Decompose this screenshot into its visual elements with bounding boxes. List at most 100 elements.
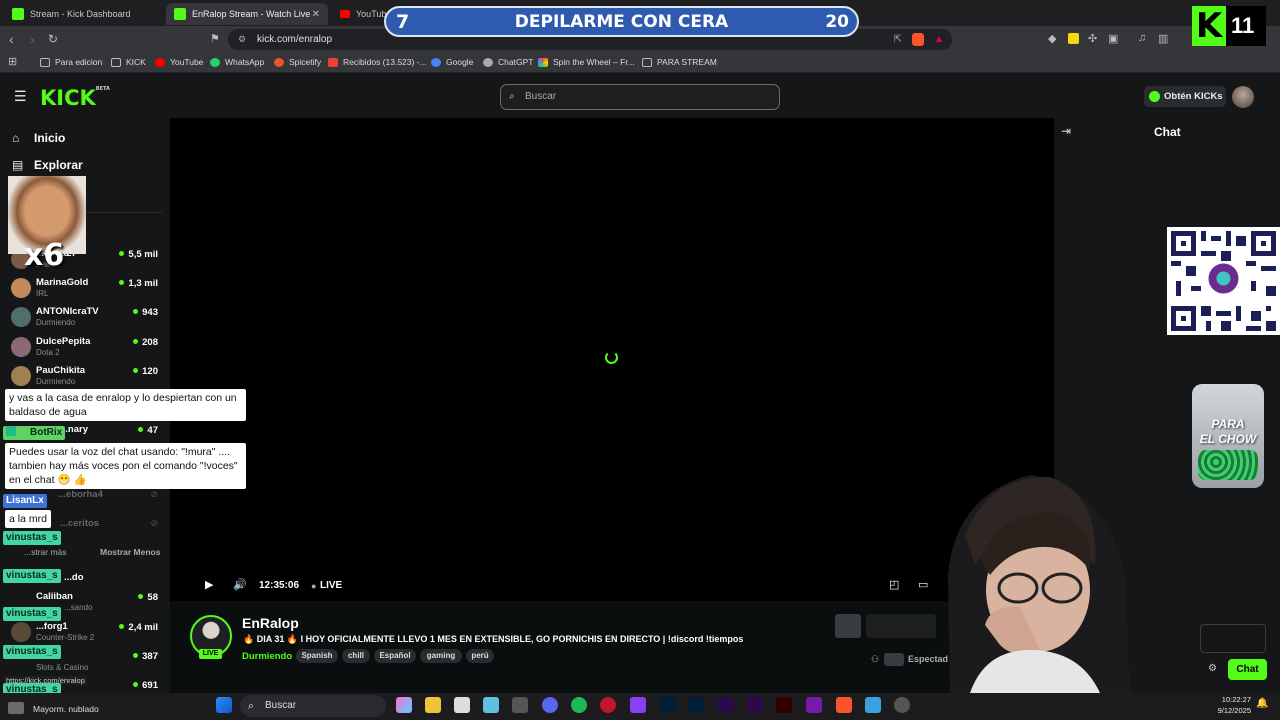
nav-explore[interactable]: Explorar bbox=[34, 158, 83, 172]
url-text: kick.com/enralop bbox=[257, 34, 333, 45]
stream-category[interactable]: Durmiendo bbox=[242, 651, 292, 662]
search-input[interactable]: ⌕ Buscar bbox=[500, 84, 780, 110]
bookmark-spicetify[interactable]: Spicetify bbox=[274, 57, 321, 67]
obs-icon[interactable] bbox=[894, 697, 910, 713]
bookmark-para-edicion[interactable]: Para edicion bbox=[40, 57, 102, 67]
play-icon[interactable]: ▶ bbox=[205, 578, 213, 591]
sidebar-icon[interactable]: ▥ bbox=[1158, 32, 1168, 45]
weather-icon[interactable] bbox=[8, 702, 24, 714]
taskbar-search-label: Buscar bbox=[265, 700, 297, 711]
banner-left-number: 7 bbox=[396, 10, 410, 33]
chat-input[interactable] bbox=[1200, 624, 1266, 653]
tag-chip[interactable]: gaming bbox=[420, 649, 462, 663]
bookmark-chatgpt[interactable]: ChatGPT bbox=[483, 57, 533, 67]
taskbar-search[interactable]: ⌕ Buscar bbox=[240, 695, 386, 717]
extension-icon[interactable]: ◆ bbox=[1048, 32, 1056, 45]
tag-chip[interactable]: chill bbox=[342, 649, 370, 663]
calculator-icon[interactable] bbox=[512, 697, 528, 713]
show-less-link[interactable]: Mostrar Menos bbox=[100, 547, 160, 557]
tab-kick-dashboard[interactable]: Stream - Kick Dashboard bbox=[4, 3, 164, 25]
notepad-icon[interactable] bbox=[483, 697, 499, 713]
store-icon[interactable] bbox=[454, 697, 470, 713]
sidebar-channel[interactable]: ...forg1 Counter-Strike 2 2,4 mil bbox=[8, 620, 163, 646]
bookmark-label: KICK bbox=[126, 57, 146, 67]
bookmark-gmail[interactable]: Recibidos (13.523) -... bbox=[328, 57, 427, 67]
share-icon[interactable]: ⇱ bbox=[894, 29, 902, 50]
user-avatar[interactable] bbox=[1232, 86, 1254, 108]
bookmark-para-stream[interactable]: PARA STREAM bbox=[642, 57, 717, 67]
weather-text[interactable]: Mayorm. nublado bbox=[33, 704, 99, 714]
tag-chip[interactable]: perú bbox=[466, 649, 494, 663]
close-icon[interactable]: ✕ bbox=[312, 9, 320, 20]
volume-icon[interactable]: 🔊 bbox=[233, 578, 247, 591]
offline-icon: ⊘ bbox=[150, 518, 158, 528]
kick-logo[interactable]: KICKBETA bbox=[40, 86, 110, 110]
nav-home[interactable]: Inicio bbox=[34, 131, 65, 145]
sidebar-channel[interactable]: ANTONIcraTV Durmiendo 943 bbox=[8, 305, 163, 331]
photoshop-icon[interactable] bbox=[659, 697, 675, 713]
media-encoder-icon[interactable] bbox=[747, 697, 763, 713]
sidebar-channel[interactable]: DulcePepita Dota 2 208 bbox=[8, 335, 163, 361]
viewer-count: 5,5 mil bbox=[119, 249, 158, 260]
notification-icon[interactable]: 🔔 bbox=[1256, 698, 1268, 709]
bookmark-spin-the-wheel[interactable]: Spin the Wheel – Fr... bbox=[538, 57, 635, 67]
clock-date[interactable]: 9/12/2025 bbox=[1212, 706, 1251, 715]
notes-extension-icon[interactable] bbox=[1068, 33, 1079, 44]
opera-icon[interactable] bbox=[600, 697, 616, 713]
bookmark-kick[interactable]: KICK bbox=[111, 57, 146, 67]
channel-name: ANTONIcraTV bbox=[36, 306, 99, 317]
streamer-name[interactable]: EnRalop bbox=[242, 615, 299, 631]
photos-icon[interactable] bbox=[865, 697, 881, 713]
chat-settings-icon[interactable]: ⚙ bbox=[1208, 663, 1217, 674]
theater-mode-icon[interactable]: ▭ bbox=[918, 578, 928, 591]
brave-icon[interactable] bbox=[836, 697, 852, 713]
subscribe-button[interactable] bbox=[866, 614, 936, 638]
apps-grid-icon[interactable]: ⊞ bbox=[8, 55, 17, 68]
reload-icon[interactable]: ↻ bbox=[48, 32, 58, 46]
site-info-icon[interactable]: ⚙ bbox=[238, 29, 246, 50]
live-indicator[interactable]: LIVE bbox=[320, 580, 342, 591]
sidebar-channel[interactable]: PauChikita Durmiendo 120 bbox=[8, 364, 163, 390]
screen-extension-icon[interactable]: ▣ bbox=[1108, 32, 1118, 45]
miniplayer-icon[interactable]: ◰ bbox=[889, 578, 899, 591]
windows-start-icon[interactable] bbox=[216, 697, 232, 713]
copilot-icon[interactable] bbox=[396, 697, 412, 713]
bookmark-youtube[interactable]: YouTube bbox=[155, 57, 203, 67]
forward-icon[interactable]: › bbox=[30, 31, 35, 47]
viewer-count: 691 bbox=[133, 680, 158, 691]
media-icon[interactable]: ♫ bbox=[1138, 32, 1146, 44]
bookmarks-bar: ⊞ Para edicion KICK YouTube WhatsApp Spi… bbox=[0, 53, 1280, 73]
tag-chip[interactable]: Español bbox=[374, 649, 416, 663]
menu-icon[interactable]: ☰ bbox=[14, 88, 27, 105]
follow-button[interactable] bbox=[835, 614, 861, 638]
tab-enralop-stream[interactable]: EnRalop Stream - Watch Live ✕ bbox=[166, 3, 328, 25]
photoshop-beta-icon[interactable] bbox=[688, 697, 704, 713]
illustrator-icon[interactable] bbox=[776, 697, 792, 713]
brave-shield-icon[interactable] bbox=[912, 33, 924, 46]
tag-chip[interactable]: Spanish bbox=[296, 649, 338, 663]
discord-icon[interactable] bbox=[542, 697, 558, 713]
viewer-count: 2,4 mil bbox=[119, 622, 158, 633]
premiere-icon[interactable] bbox=[718, 697, 734, 713]
bookmark-whatsapp[interactable]: WhatsApp bbox=[210, 57, 264, 67]
bookmark-icon[interactable]: ⚑ bbox=[210, 32, 220, 45]
file-explorer-icon[interactable] bbox=[425, 697, 441, 713]
qr-code-icon bbox=[1171, 231, 1276, 331]
channel-name: MarinaGold bbox=[36, 277, 89, 288]
chat-send-button[interactable]: Chat bbox=[1228, 659, 1267, 680]
channel-category: Counter-Strike 2 bbox=[36, 633, 95, 642]
back-icon[interactable]: ‹ bbox=[9, 31, 14, 47]
bookmark-label: ChatGPT bbox=[498, 57, 534, 67]
sidebar-channel[interactable]: MarinaGold IRL 1,3 mil bbox=[8, 276, 163, 302]
get-kicks-button[interactable]: Obtén KICKs bbox=[1144, 86, 1226, 107]
spotify-icon[interactable] bbox=[571, 697, 587, 713]
bookmark-google[interactable]: Google bbox=[431, 57, 473, 67]
puzzle-extension-icon[interactable]: ✣ bbox=[1088, 32, 1097, 45]
show-more-link[interactable]: ...strar más bbox=[24, 547, 67, 557]
onenote-icon[interactable] bbox=[806, 697, 822, 713]
tab-youtube[interactable]: YouTube bbox=[332, 3, 388, 25]
clock-time[interactable]: 10:22:27 bbox=[1221, 695, 1251, 704]
collapse-chat-icon[interactable]: ⇥ bbox=[1061, 124, 1071, 138]
twitch-icon[interactable] bbox=[630, 697, 646, 713]
brave-rewards-icon[interactable]: ▲ bbox=[934, 29, 944, 50]
